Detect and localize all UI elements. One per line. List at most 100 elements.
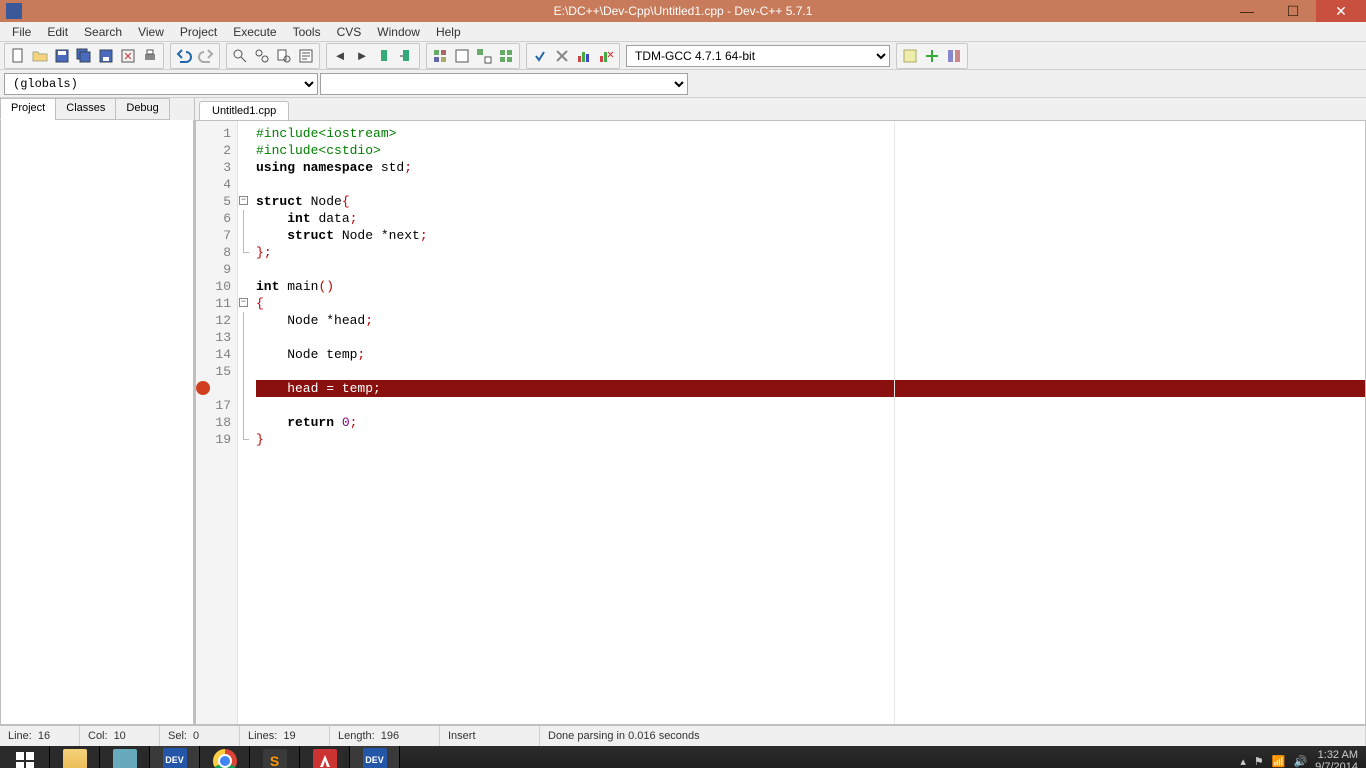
- scope-select[interactable]: (globals): [4, 73, 318, 95]
- fold-line[interactable]: [238, 380, 252, 397]
- fold-line[interactable]: [238, 312, 252, 329]
- line-number[interactable]: 6: [196, 210, 235, 227]
- line-number[interactable]: 11: [196, 295, 235, 312]
- back-button[interactable]: ◄: [329, 45, 351, 67]
- fold-line[interactable]: [238, 329, 252, 346]
- compile-run-button[interactable]: [473, 45, 495, 67]
- line-number[interactable]: 1: [196, 125, 235, 142]
- line-number[interactable]: 2: [196, 142, 235, 159]
- line-gutter[interactable]: 123456789101112131415171819: [196, 121, 238, 724]
- code-line[interactable]: #include<cstdio>: [256, 142, 1365, 159]
- fold-end[interactable]: [238, 244, 252, 261]
- tray-flag-icon[interactable]: ⚑: [1254, 755, 1264, 768]
- line-number[interactable]: 17: [196, 397, 235, 414]
- editor-tab[interactable]: Untitled1.cpp: [199, 101, 289, 120]
- code-line[interactable]: struct Node *next;: [256, 227, 1365, 244]
- code-line[interactable]: Node temp;: [256, 346, 1365, 363]
- code-line[interactable]: [256, 397, 1365, 414]
- task-devcpp[interactable]: DEV: [150, 746, 200, 768]
- code-line[interactable]: {: [256, 295, 1365, 312]
- menu-cvs[interactable]: CVS: [329, 23, 370, 41]
- line-number[interactable]: 8: [196, 244, 235, 261]
- task-adobe[interactable]: [300, 746, 350, 768]
- save-all-button[interactable]: [73, 45, 95, 67]
- compiler-select[interactable]: TDM-GCC 4.7.1 64-bit: [626, 45, 890, 67]
- close-file-button[interactable]: [117, 45, 139, 67]
- goto-button[interactable]: [295, 45, 317, 67]
- fold-end[interactable]: [238, 431, 252, 448]
- save-button[interactable]: [51, 45, 73, 67]
- tray-network-icon[interactable]: 📶: [1272, 755, 1286, 768]
- new-class-button[interactable]: [899, 45, 921, 67]
- print-button[interactable]: [139, 45, 161, 67]
- project-tree[interactable]: [0, 120, 194, 725]
- rebuild-button[interactable]: [495, 45, 517, 67]
- fold-line[interactable]: [238, 210, 252, 227]
- menu-execute[interactable]: Execute: [225, 23, 284, 41]
- tray-chevron-icon[interactable]: ▴: [1240, 755, 1246, 768]
- menu-window[interactable]: Window: [369, 23, 428, 41]
- open-button[interactable]: [29, 45, 51, 67]
- goto-bookmark-button[interactable]: [395, 45, 417, 67]
- code-line[interactable]: int main(): [256, 278, 1365, 295]
- fold-line[interactable]: [238, 346, 252, 363]
- debug-button[interactable]: [529, 45, 551, 67]
- left-tab-classes[interactable]: Classes: [55, 98, 116, 120]
- task-chrome[interactable]: [200, 746, 250, 768]
- line-number[interactable]: 3: [196, 159, 235, 176]
- menu-file[interactable]: File: [4, 23, 39, 41]
- fold-column[interactable]: −−: [238, 121, 252, 724]
- code-line[interactable]: }: [256, 431, 1365, 448]
- start-button[interactable]: [0, 746, 50, 768]
- line-number[interactable]: 12: [196, 312, 235, 329]
- code-editor[interactable]: 123456789101112131415171819 −− #include<…: [195, 120, 1366, 725]
- left-tab-project[interactable]: Project: [0, 98, 56, 120]
- line-number[interactable]: 7: [196, 227, 235, 244]
- code-line[interactable]: struct Node{: [256, 193, 1365, 210]
- new-file-button[interactable]: [7, 45, 29, 67]
- line-number[interactable]: 14: [196, 346, 235, 363]
- menu-project[interactable]: Project: [172, 23, 225, 41]
- profile-button[interactable]: [573, 45, 595, 67]
- redo-button[interactable]: [195, 45, 217, 67]
- code-line[interactable]: using namespace std;: [256, 159, 1365, 176]
- code-line[interactable]: [256, 176, 1365, 193]
- run-button[interactable]: [451, 45, 473, 67]
- fold-line[interactable]: [238, 363, 252, 380]
- find-button[interactable]: [229, 45, 251, 67]
- compile-button[interactable]: [429, 45, 451, 67]
- forward-button[interactable]: ►: [351, 45, 373, 67]
- code-line[interactable]: head = temp;: [256, 380, 1365, 397]
- stop-button[interactable]: [551, 45, 573, 67]
- left-tab-debug[interactable]: Debug: [115, 98, 169, 120]
- code-line[interactable]: #include<iostream>: [256, 125, 1365, 142]
- line-number[interactable]: 5: [196, 193, 235, 210]
- fold-toggle-icon[interactable]: −: [238, 193, 252, 210]
- task-calculator[interactable]: [100, 746, 150, 768]
- line-number[interactable]: 18: [196, 414, 235, 431]
- undo-button[interactable]: [173, 45, 195, 67]
- menu-search[interactable]: Search: [76, 23, 130, 41]
- task-sublime[interactable]: S: [250, 746, 300, 768]
- code-line[interactable]: };: [256, 244, 1365, 261]
- menu-tools[interactable]: Tools: [285, 23, 329, 41]
- bookmark-button[interactable]: [373, 45, 395, 67]
- fold-line[interactable]: [238, 227, 252, 244]
- code-line[interactable]: Node *head;: [256, 312, 1365, 329]
- line-number[interactable]: 13: [196, 329, 235, 346]
- save-as-button[interactable]: [95, 45, 117, 67]
- fold-toggle-icon[interactable]: −: [238, 295, 252, 312]
- line-number[interactable]: 10: [196, 278, 235, 295]
- replace-button[interactable]: [251, 45, 273, 67]
- find-in-files-button[interactable]: [273, 45, 295, 67]
- fold-line[interactable]: [238, 414, 252, 431]
- maximize-button[interactable]: ☐: [1270, 0, 1316, 22]
- code-line[interactable]: [256, 261, 1365, 278]
- delete-profile-button[interactable]: [595, 45, 617, 67]
- minimize-button[interactable]: —: [1224, 0, 1270, 22]
- toggle-button[interactable]: [943, 45, 965, 67]
- task-explorer[interactable]: [50, 746, 100, 768]
- line-number[interactable]: 19: [196, 431, 235, 448]
- menu-view[interactable]: View: [130, 23, 172, 41]
- close-button[interactable]: ✕: [1316, 0, 1366, 22]
